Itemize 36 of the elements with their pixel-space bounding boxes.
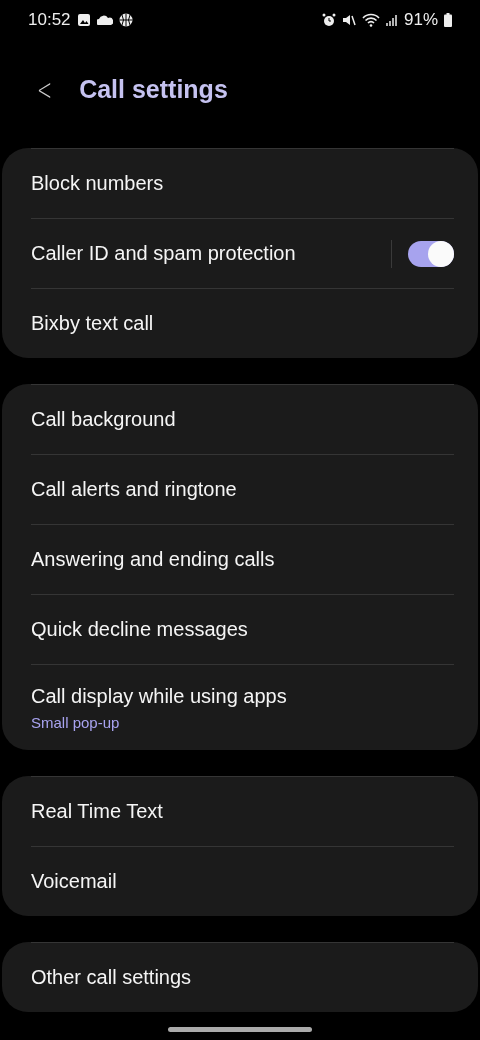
settings-item[interactable]: Call background bbox=[31, 384, 454, 454]
mute-icon bbox=[341, 13, 356, 27]
basketball-icon bbox=[118, 13, 133, 27]
item-label: Call display while using apps bbox=[31, 684, 288, 708]
item-label: Real Time Text bbox=[31, 800, 164, 823]
item-label: Caller ID and spam protection bbox=[31, 242, 297, 265]
settings-item[interactable]: Real Time Text bbox=[31, 776, 454, 846]
image-icon bbox=[76, 13, 91, 27]
settings-item[interactable]: Other call settings bbox=[31, 942, 454, 1012]
signal-icon bbox=[385, 14, 398, 26]
battery-icon bbox=[444, 13, 452, 27]
item-label: Call alerts and ringtone bbox=[31, 478, 238, 501]
item-label: Voicemail bbox=[31, 870, 118, 893]
item-label: Quick decline messages bbox=[31, 618, 249, 641]
toggle-switch[interactable] bbox=[408, 240, 454, 267]
page-title: Call settings bbox=[79, 74, 228, 104]
item-label: Call background bbox=[31, 408, 177, 431]
settings-item[interactable]: Block numbers bbox=[31, 148, 454, 218]
settings-item[interactable]: Caller ID and spam protection bbox=[31, 218, 454, 288]
settings-item[interactable]: Call alerts and ringtone bbox=[31, 454, 454, 524]
settings-item[interactable]: Quick decline messages bbox=[31, 594, 454, 664]
back-button[interactable]: < bbox=[34, 71, 55, 107]
item-label: Bixby text call bbox=[31, 312, 155, 335]
settings-item[interactable]: Call display while using apps Small pop-up bbox=[31, 664, 454, 750]
settings-item[interactable]: Bixby text call bbox=[31, 288, 454, 358]
battery-percent: 91% bbox=[403, 10, 438, 30]
item-label: Block numbers bbox=[31, 172, 165, 195]
cloud-icon bbox=[96, 15, 113, 25]
alarm-icon bbox=[321, 13, 336, 27]
settings-item[interactable]: Answering and ending calls bbox=[31, 524, 454, 594]
status-time: 10:52 bbox=[28, 10, 71, 30]
item-summary: Small pop-up bbox=[31, 713, 121, 731]
item-label: Other call settings bbox=[31, 966, 193, 989]
settings-item[interactable]: Voicemail bbox=[31, 846, 454, 916]
item-label: Answering and ending calls bbox=[31, 548, 276, 571]
wifi-icon bbox=[361, 13, 380, 27]
